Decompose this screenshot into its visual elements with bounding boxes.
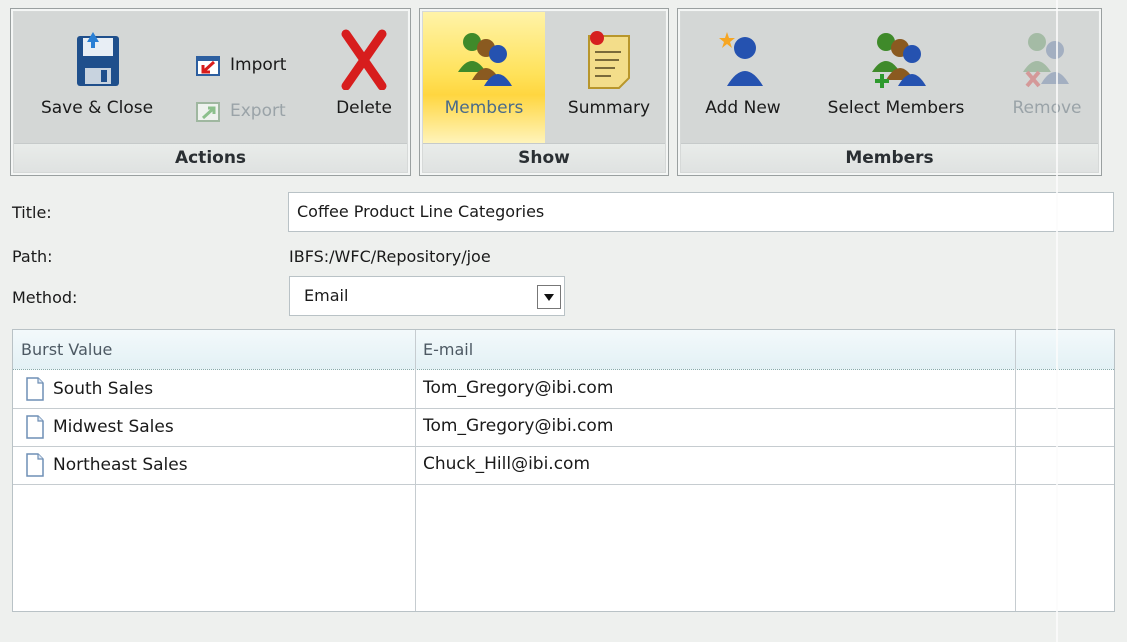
person-add-icon: [719, 32, 763, 86]
column-header-email[interactable]: E-mail: [415, 330, 1015, 369]
path-value: IBFS:/WFC/Repository/joe: [289, 247, 491, 266]
group-add-icon: [872, 33, 926, 88]
burst-value-cell: Northeast Sales: [53, 455, 188, 475]
burst-value-cell: South Sales: [53, 379, 154, 399]
ribbon-toolbar: Save & Close Import Export Delete Action…: [0, 0, 1127, 182]
show-group: Members Summary Show: [419, 8, 669, 176]
remove-button[interactable]: Remove: [997, 18, 1097, 150]
table-row[interactable]: Northeast Sales Chuck_Hill@ibi.com: [13, 446, 1114, 485]
summary-label: Summary: [567, 98, 651, 118]
add-new-button[interactable]: Add New: [691, 18, 795, 150]
select-members-button[interactable]: Select Members: [811, 18, 981, 150]
column-header-extra[interactable]: [1015, 330, 1114, 369]
table-row[interactable]: South Sales Tom_Gregory@ibi.com: [13, 370, 1114, 409]
document-icon: [26, 377, 44, 401]
document-icon: [26, 453, 44, 477]
delete-button[interactable]: Delete: [324, 18, 404, 150]
group-people-icon: [458, 33, 512, 86]
remove-label: Remove: [1012, 98, 1082, 118]
summary-button[interactable]: Summary: [551, 18, 667, 150]
export-icon: [196, 102, 220, 122]
floppy-disk-icon: [77, 32, 119, 86]
email-cell: Tom_Gregory@ibi.com: [423, 416, 614, 436]
export-button[interactable]: Export: [194, 96, 286, 126]
members-label: Members: [444, 98, 524, 118]
method-select[interactable]: Email: [289, 276, 565, 316]
table-row[interactable]: Midwest Sales Tom_Gregory@ibi.com: [13, 408, 1114, 447]
title-field[interactable]: Coffee Product Line Categories: [288, 192, 1114, 232]
members-tab-button[interactable]: Members: [423, 12, 545, 150]
save-close-button[interactable]: Save & Close: [22, 18, 172, 150]
title-label: Title:: [12, 203, 52, 222]
members-caption: Members: [681, 143, 1098, 172]
add-new-label: Add New: [705, 98, 781, 118]
delete-label: Delete: [336, 98, 392, 118]
notepad-icon: [588, 31, 630, 89]
email-cell: Chuck_Hill@ibi.com: [423, 454, 591, 474]
actions-group: Save & Close Import Export Delete Action…: [10, 8, 411, 176]
import-button[interactable]: Import: [194, 50, 286, 80]
red-x-icon: [341, 29, 387, 90]
members-group: Add New Select Members Remove Members: [677, 8, 1102, 176]
divider: [1056, 0, 1058, 642]
show-caption: Show: [423, 143, 665, 172]
save-close-label: Save & Close: [40, 98, 154, 118]
members-table: Burst Value E-mail South Sales Tom_Grego…: [12, 329, 1115, 612]
select-members-label: Select Members: [827, 98, 965, 118]
table-header: Burst Value E-mail: [13, 330, 1114, 370]
export-label: Export: [230, 101, 286, 121]
column-header-burst-value[interactable]: Burst Value: [13, 330, 415, 369]
document-icon: [26, 415, 44, 439]
email-cell: Tom_Gregory@ibi.com: [423, 378, 614, 398]
import-label: Import: [230, 55, 287, 75]
title-value: Coffee Product Line Categories: [297, 202, 545, 221]
method-label: Method:: [12, 288, 78, 307]
path-label: Path:: [12, 247, 53, 266]
actions-caption: Actions: [14, 143, 407, 172]
import-icon: [196, 56, 220, 76]
chevron-down-icon[interactable]: [537, 285, 561, 309]
burst-value-cell: Midwest Sales: [53, 417, 174, 437]
method-value: Email: [304, 286, 349, 305]
group-remove-icon: [1023, 33, 1069, 88]
